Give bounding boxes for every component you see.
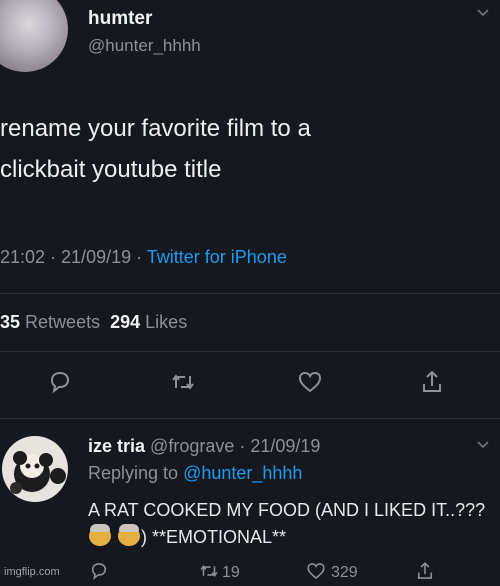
divider (0, 418, 500, 419)
author-handle[interactable]: @hunter_hhhh (88, 36, 201, 56)
cowboy-face-icon (118, 524, 141, 546)
chevron-down-icon[interactable] (476, 438, 490, 452)
replying-to: Replying to @hunter_hhhh (88, 463, 302, 484)
author-avatar[interactable] (0, 0, 68, 72)
retweet-icon[interactable] (198, 560, 220, 582)
replying-label: Replying to (88, 463, 184, 483)
tweet-time: 21:02 · 21/09/19 · (0, 247, 147, 267)
reply-display-name[interactable]: ize tria (88, 436, 145, 456)
tweet-text-line: clickbait youtube title (0, 156, 222, 183)
retweets-label[interactable]: Retweets (25, 312, 100, 332)
tweet-meta: 21:02 · 21/09/19 · Twitter for iPhone (0, 247, 287, 268)
retweet-icon[interactable] (169, 368, 197, 396)
chevron-down-icon[interactable] (476, 6, 490, 20)
reply-icon[interactable] (46, 368, 74, 396)
avatar-drawing (10, 451, 66, 494)
heart-icon[interactable] (305, 560, 327, 582)
tweet-source-link[interactable]: Twitter for iPhone (147, 247, 287, 267)
reply-text-part: A RAT COOKED MY FOOD (AND I LIKED IT..??… (88, 500, 486, 520)
reply-text: A RAT COOKED MY FOOD (AND I LIKED IT..??… (88, 497, 493, 551)
heart-icon[interactable] (296, 368, 324, 396)
tweet-text: rename your favorite film to a clickbait… (0, 108, 495, 190)
cowboy-face-icon (89, 524, 111, 546)
reply-author: ize tria @frograve · 21/09/19 (88, 436, 320, 457)
watermark: imgflip.com (4, 566, 60, 578)
likes-count[interactable]: 294 (110, 312, 140, 332)
tweet-text-line: rename your favorite film to a (0, 115, 311, 142)
reply-author-avatar[interactable] (2, 436, 68, 502)
share-icon[interactable] (414, 560, 436, 582)
share-icon[interactable] (418, 368, 446, 396)
author-display-name[interactable]: humter (88, 8, 152, 30)
replying-handle-link[interactable]: @hunter_hhhh (183, 463, 302, 483)
reply-text-part: ) **EMOTIONAL** (141, 527, 287, 547)
reply-handle-date[interactable]: @frograve · 21/09/19 (150, 436, 320, 456)
reply-like-count[interactable]: 329 (331, 564, 358, 582)
reply-icon[interactable] (88, 560, 110, 582)
likes-label[interactable]: Likes (145, 312, 187, 332)
divider (0, 293, 500, 294)
reply-retweet-count[interactable]: 19 (222, 564, 240, 582)
tweet-stats: 35 Retweets 294 Likes (0, 312, 187, 333)
divider (0, 351, 500, 352)
retweets-count[interactable]: 35 (0, 312, 20, 332)
tweet-actions (0, 368, 500, 402)
reply-actions: 19 329 (0, 562, 500, 586)
